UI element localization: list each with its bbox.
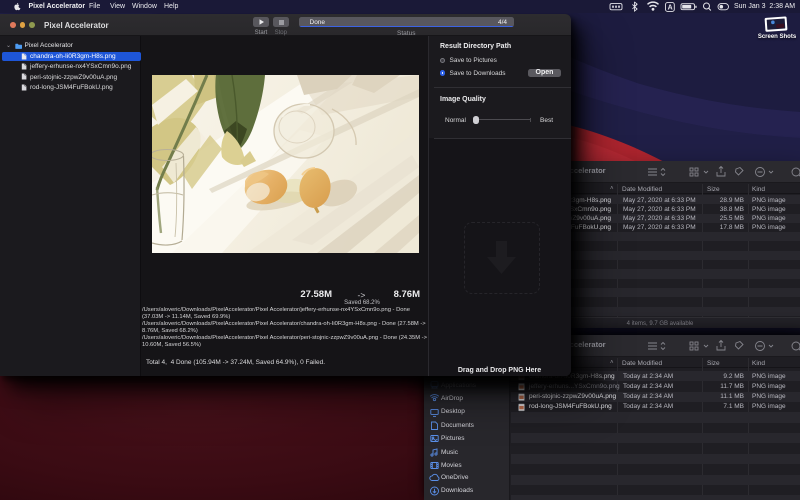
svg-text:A: A	[668, 5, 673, 12]
